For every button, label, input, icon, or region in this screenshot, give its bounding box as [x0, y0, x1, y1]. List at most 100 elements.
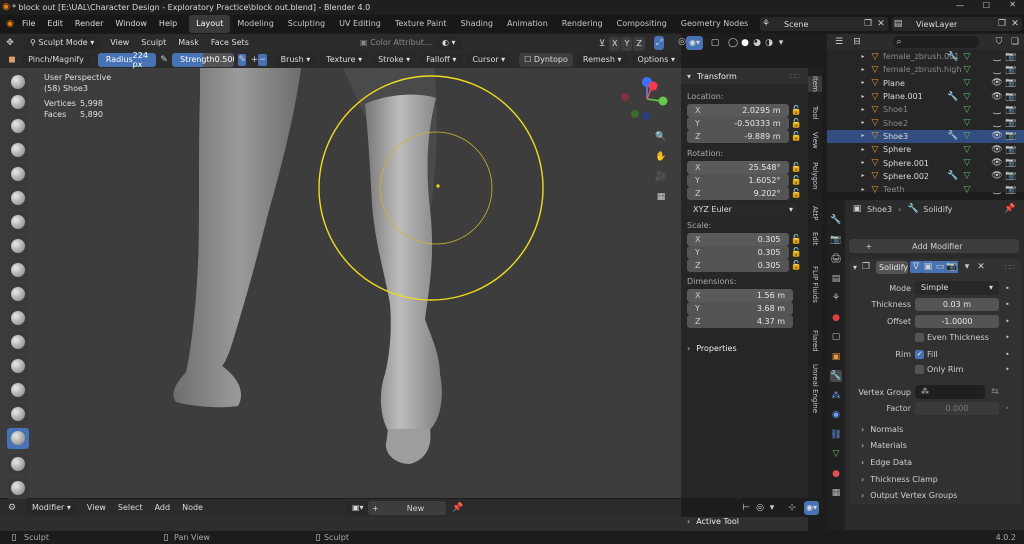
- eye-icon[interactable]: ‿: [991, 184, 1003, 196]
- subpanel-materials[interactable]: › Materials: [861, 439, 907, 453]
- transform-panel-header[interactable]: ▾ Transform ∷∷: [681, 68, 808, 84]
- pin-icon[interactable]: 📌: [1004, 203, 1016, 215]
- expand-arrow-icon[interactable]: ▸: [857, 184, 869, 196]
- sculpt-tool-3[interactable]: [7, 116, 29, 137]
- sidebar-tab-edit[interactable]: Edit: [808, 232, 822, 246]
- location-x-field[interactable]: X 2.0295 m: [687, 104, 789, 117]
- copy-icon[interactable]: ❐: [996, 18, 1008, 30]
- new-collection-icon[interactable]: ❏: [1009, 36, 1021, 48]
- menu-file[interactable]: File: [16, 15, 41, 33]
- expand-arrow-icon[interactable]: ▸: [857, 51, 869, 63]
- node-editor-area[interactable]: [0, 517, 681, 531]
- maximize-button[interactable]: ☐: [983, 1, 990, 10]
- solid-shading-icon[interactable]: ●: [739, 37, 751, 49]
- mode-selector[interactable]: ⚲ Sculpt Mode ▾: [24, 35, 101, 50]
- material-shading-icon[interactable]: ◕: [751, 37, 763, 49]
- symmetry-icon[interactable]: ⊻: [596, 38, 608, 50]
- sculpt-tool-5[interactable]: [7, 164, 29, 185]
- camera-render-icon[interactable]: 📷: [1005, 51, 1017, 63]
- outliner-item[interactable]: ▸ ▽ Sphere.002 🔧 ▽ 👁 📷: [827, 170, 1024, 183]
- subpanel-thickness-clamp[interactable]: › Thickness Clamp: [861, 472, 938, 486]
- radius-pressure-icon[interactable]: ✎: [160, 54, 168, 66]
- camera-render-icon[interactable]: 📷: [1005, 77, 1017, 89]
- eye-icon[interactable]: 👁: [991, 77, 1003, 89]
- expand-arrow-icon[interactable]: ▸: [857, 64, 869, 76]
- subpanel-edge-data[interactable]: › Edge Data: [861, 455, 912, 469]
- rendered-shading-icon[interactable]: ◑: [763, 37, 775, 49]
- shading-dropdown[interactable]: ◐ ▾: [436, 36, 462, 50]
- rotation-mode-dropdown[interactable]: XYZ Euler ▾: [687, 203, 799, 217]
- sidebar-tab-view[interactable]: View: [808, 132, 822, 149]
- render-toggle-icon[interactable]: 📷: [946, 261, 959, 273]
- sculpt-tool-18[interactable]: [7, 478, 29, 499]
- menu-help[interactable]: Help: [153, 15, 183, 33]
- vertex-group-field[interactable]: ⁂: [915, 385, 985, 399]
- rotation-z-field[interactable]: Z 9.202°: [687, 187, 789, 200]
- editor-type-icon[interactable]: ⚙: [6, 502, 18, 514]
- workspace-tab-compositing[interactable]: Compositing: [610, 15, 674, 33]
- viewport-menu-mask[interactable]: Mask: [172, 34, 205, 51]
- expand-arrow-icon[interactable]: ▸: [857, 117, 869, 129]
- stroke-dropdown[interactable]: Stroke ▾: [372, 52, 417, 67]
- rotation-y-field[interactable]: Y 1.6052°: [687, 174, 789, 187]
- filter-icon[interactable]: ⛉: [993, 36, 1005, 48]
- editor-type-icon[interactable]: ✥: [4, 37, 16, 49]
- xray-icon[interactable]: ▢: [709, 37, 721, 49]
- sculpt-tool-17[interactable]: [7, 454, 29, 475]
- lock-icon[interactable]: 🔓: [791, 188, 802, 200]
- invert-icon[interactable]: ⇆: [989, 386, 1001, 398]
- sidebar-tab-attp[interactable]: AttP: [808, 206, 822, 220]
- viewport-toggle-icon[interactable]: ▭: [934, 261, 947, 273]
- brush-icon[interactable]: ◼: [8, 54, 16, 66]
- viewport-menu-sculpt[interactable]: Sculpt: [135, 34, 172, 51]
- workspace-tab-modeling[interactable]: Modeling: [230, 15, 280, 33]
- viewlayer-selector[interactable]: ▤ ViewLayer ❐ ✕: [892, 17, 1022, 31]
- sidebar-tab-polygon[interactable]: Polygon: [808, 162, 822, 190]
- object-icon[interactable]: ▣: [830, 351, 842, 363]
- snapping-icon[interactable]: ⊹: [786, 502, 798, 514]
- outliner-item[interactable]: ▸ ▽ female_zbrush.high ▽ ‿ 📷: [827, 63, 1024, 76]
- menu-edit[interactable]: Edit: [41, 15, 69, 33]
- material-icon[interactable]: ●: [830, 468, 842, 480]
- display-mode-icon[interactable]: ⊟: [851, 36, 863, 48]
- eye-icon[interactable]: ‿: [991, 64, 1003, 76]
- sidebar-tab-flared[interactable]: Flared: [808, 330, 822, 352]
- wireframe-shading-icon[interactable]: ◯: [727, 37, 739, 49]
- pin-icon[interactable]: 📌: [452, 502, 464, 514]
- modifier-name-field[interactable]: Solidify: [876, 260, 908, 274]
- subpanel-output-vertex-groups[interactable]: › Output Vertex Groups: [861, 489, 957, 503]
- strength-pressure-icon[interactable]: ✎: [238, 53, 247, 66]
- texture-icon[interactable]: ▦: [830, 487, 842, 499]
- sidebar-tab-flip-fluids[interactable]: FLIP Fluids: [808, 266, 822, 303]
- render-icon[interactable]: 📷: [830, 234, 842, 246]
- location-z-field[interactable]: Z -9.889 m: [687, 130, 789, 143]
- camera-render-icon[interactable]: 📷: [1005, 144, 1017, 156]
- node-tree-type-dropdown[interactable]: Modifier ▾: [26, 501, 77, 515]
- camera-render-icon[interactable]: 📷: [1005, 91, 1017, 103]
- sculpt-tool-1[interactable]: [7, 72, 29, 93]
- collection-icon[interactable]: ▢: [830, 331, 842, 343]
- lock-icon[interactable]: 🔓: [791, 260, 802, 272]
- expand-arrow-icon[interactable]: ▸: [857, 104, 869, 116]
- fill-checkbox[interactable]: ✓: [915, 349, 924, 359]
- rotation-x-field[interactable]: X 25.548°: [687, 161, 789, 174]
- camera-render-icon[interactable]: 📷: [1005, 130, 1017, 142]
- outliner-item[interactable]: ▸ ▽ Sphere ▽ 👁 📷: [827, 143, 1024, 156]
- lock-icon[interactable]: 🔓: [791, 131, 802, 143]
- sculpt-tool-9[interactable]: [7, 260, 29, 281]
- sculpt-tool-2[interactable]: [7, 92, 29, 113]
- lock-icon[interactable]: 🔓: [791, 234, 802, 246]
- menu-render[interactable]: Render: [69, 15, 109, 33]
- camera-render-icon[interactable]: 📷: [1005, 117, 1017, 129]
- scale-z-field[interactable]: Z 0.305: [687, 259, 789, 272]
- copy-icon[interactable]: ❐: [862, 18, 874, 30]
- output-icon[interactable]: 🖨: [830, 253, 842, 265]
- lock-icon[interactable]: 🔓: [791, 118, 802, 130]
- close-window-button[interactable]: ✕: [1009, 0, 1016, 9]
- minimize-button[interactable]: —: [956, 1, 964, 10]
- eye-icon[interactable]: 👁: [991, 157, 1003, 169]
- outliner-item[interactable]: ▸ ▽ Shoe3 🔧 ▽ 👁 📷: [827, 129, 1024, 144]
- offset-field[interactable]: -1.0000: [915, 314, 999, 328]
- eye-icon[interactable]: ‿: [991, 51, 1003, 63]
- gizmo-toggle[interactable]: ⤢: [654, 36, 665, 50]
